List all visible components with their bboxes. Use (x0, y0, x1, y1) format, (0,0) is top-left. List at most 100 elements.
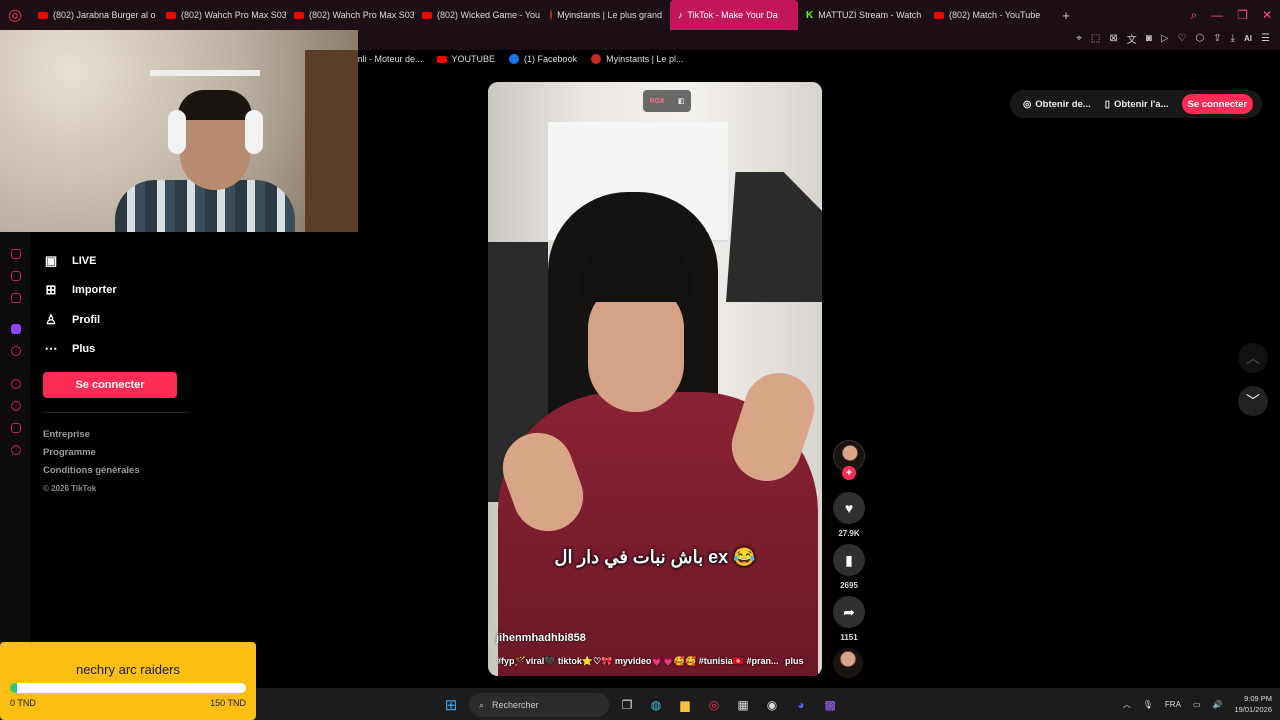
tab-label: (802) Wahch Pro Max S03 (309, 10, 414, 20)
file-explorer-icon[interactable]: ▆ (674, 694, 696, 716)
tray-lang[interactable]: FRA (1165, 700, 1181, 709)
sidebar-login-button[interactable]: Se connecter (43, 372, 177, 398)
close-icon[interactable]: ✕ (1262, 8, 1272, 22)
video-player[interactable]: RGX ◧ باش نبات في دار ال ex 😂 jihenmhadhb… (488, 82, 822, 676)
edge-icon[interactable]: ◍ (645, 694, 667, 716)
heart-icon[interactable]: ♡ (1178, 33, 1187, 44)
save-button[interactable]: ▮ (833, 544, 865, 576)
youtube-icon (166, 11, 176, 19)
nav-item-more[interactable]: ⋯ Plus (43, 335, 117, 365)
search-tabs-icon[interactable]: ⌕ (1190, 8, 1197, 23)
clock[interactable]: 9:09 PM 19/01/2026 (1234, 693, 1272, 715)
camera-icon[interactable]: ◙ (1146, 33, 1152, 44)
opera-gx-icon[interactable]: ◎ (703, 694, 725, 716)
bookmark-3[interactable]: Myinstants | Le pl... (591, 54, 683, 64)
like-button[interactable]: ♥ (833, 492, 865, 524)
sidebar-divider (43, 412, 189, 413)
footer-link-program[interactable]: Programme (43, 443, 140, 461)
previous-video-button[interactable]: ︿ (1238, 343, 1268, 373)
vk-icon[interactable] (11, 346, 21, 356)
download-icon[interactable]: ⤓ (1231, 33, 1235, 44)
bookmark-0[interactable]: mli - Moteur de... (355, 54, 423, 64)
webcam-shelf (150, 70, 260, 76)
taskbar-search[interactable]: ⌕ Rechercher (469, 693, 609, 717)
get-app-button[interactable]: ▯ Obtenir l'a... (1100, 99, 1174, 110)
footer-link-terms[interactable]: Conditions générales (43, 461, 140, 479)
twitch-icon[interactable] (11, 324, 21, 334)
bookmark-1[interactable]: YOUTUBE (436, 54, 496, 64)
more-link[interactable]: plus (785, 656, 804, 666)
nav-item-profile[interactable]: ♙ Profil (43, 305, 117, 335)
extensions-icon[interactable]: ⬡ (1195, 33, 1204, 44)
tiktok-icon: ♪ (678, 10, 683, 20)
video-extension-badge[interactable]: RGX ◧ (643, 90, 691, 112)
speed-dial-icon[interactable] (11, 423, 21, 433)
headset-icon (245, 110, 263, 154)
settings-icon[interactable] (11, 445, 21, 455)
window-controls: ⌕ — ❐ ✕ (1190, 0, 1272, 30)
youtube-icon (422, 11, 432, 19)
history-icon[interactable] (11, 401, 21, 411)
tab-0[interactable]: (802) Jarabna Burger al o (30, 0, 158, 30)
minimize-icon[interactable]: — (1211, 8, 1223, 22)
microphone-icon[interactable]: 🎙 (1143, 700, 1153, 709)
maximize-icon[interactable]: ❐ (1237, 8, 1248, 22)
video-caption: باش نبات في دار ال ex 😂 (554, 547, 756, 567)
nav-item-upload[interactable]: ⊞ Importer (43, 276, 117, 306)
heart-icon: ♥ (844, 500, 854, 516)
video-author[interactable]: jihenmhadhbi858 (496, 632, 586, 644)
translate-icon[interactable]: 文 (1127, 31, 1137, 46)
donation-max: 150 TND (210, 698, 246, 708)
opera-menu-icon[interactable]: ◎ (0, 0, 30, 30)
tab-5[interactable]: ♪ TikTok - Make Your Da (670, 0, 798, 30)
music-icon[interactable] (11, 293, 21, 303)
tab-6[interactable]: K MATTUZI Stream - Watch (798, 0, 926, 30)
bookmark-icon: ▮ (845, 551, 853, 568)
tab-label: (802) Wahch Pro Max S03 (181, 10, 286, 20)
next-video-button[interactable]: ﹀ (1238, 386, 1268, 416)
get-coins-button[interactable]: ◎ Obtenir de... (1018, 99, 1096, 110)
tiktok-side-nav: ▣ LIVE ⊞ Importer ♙ Profil ⋯ Plus (43, 246, 117, 364)
player-icon[interactable] (11, 379, 21, 389)
volume-icon[interactable]: 🔊 (1212, 700, 1222, 709)
headset-icon (168, 110, 186, 154)
nav-item-live[interactable]: ▣ LIVE (43, 246, 117, 276)
app-grid-icon[interactable]: ▩ (819, 694, 841, 716)
hashtags[interactable]: #fyp🪄viral🖤 tiktok⭐♡🎀 myvideo💗💗🥰🥰 #tunis… (496, 656, 778, 666)
bookmark-2[interactable]: (1) Facebook (509, 54, 577, 64)
new-tab-button[interactable]: + (1054, 8, 1078, 23)
task-view-icon[interactable]: ❐ (616, 694, 638, 716)
bookmarks-bar: mli - Moteur de... YOUTUBE (1) Facebook … (355, 50, 683, 68)
sound-avatar[interactable] (833, 648, 863, 678)
search-placeholder: Rechercher (492, 700, 539, 710)
discord-icon[interactable]: ◕ (790, 694, 812, 716)
share-count: 1151 (840, 633, 858, 642)
pip-icon[interactable]: ◧ (678, 97, 685, 105)
header-login-button[interactable]: Se connecter (1181, 94, 1254, 114)
bookmark-label: YOUTUBE (451, 54, 496, 64)
store-icon[interactable]: ▦ (732, 694, 754, 716)
search-icon: ⌕ (479, 699, 485, 710)
share-button[interactable]: ➦ (833, 596, 865, 628)
menu-icon[interactable]: ☰ (1261, 33, 1270, 44)
messenger-icon[interactable] (11, 249, 21, 259)
adblock-icon[interactable]: ⊠ (1109, 33, 1117, 44)
play-icon[interactable]: ▷ (1161, 33, 1169, 44)
donation-goal-widget: nechry arc raiders 0 TND 150 TND (0, 642, 256, 720)
pin-icon[interactable]: ⌖ (1076, 33, 1082, 44)
windows-start-icon[interactable]: ⊞ (440, 694, 462, 716)
footer-link-company[interactable]: Entreprise (43, 425, 140, 443)
tab-1[interactable]: (802) Wahch Pro Max S03 (158, 0, 286, 30)
obs-icon[interactable]: ◉ (761, 694, 783, 716)
share-icon[interactable]: ⇪ (1213, 33, 1221, 44)
network-icon[interactable]: ▭ (1193, 700, 1201, 709)
chevron-up-icon[interactable]: ︿ (1123, 699, 1131, 710)
tab-2[interactable]: (802) Wahch Pro Max S03 (286, 0, 414, 30)
snapshot-icon[interactable]: ⬚ (1091, 33, 1100, 44)
aria-ai-button[interactable]: AI (1244, 34, 1252, 43)
tab-7[interactable]: (802) Match - YouTube (926, 0, 1054, 30)
tab-3[interactable]: (802) Wicked Game - You (414, 0, 542, 30)
instagram-icon[interactable] (11, 271, 21, 281)
tab-4[interactable]: Myinstants | Le plus grand (542, 0, 670, 30)
follow-button[interactable]: + (842, 466, 856, 480)
